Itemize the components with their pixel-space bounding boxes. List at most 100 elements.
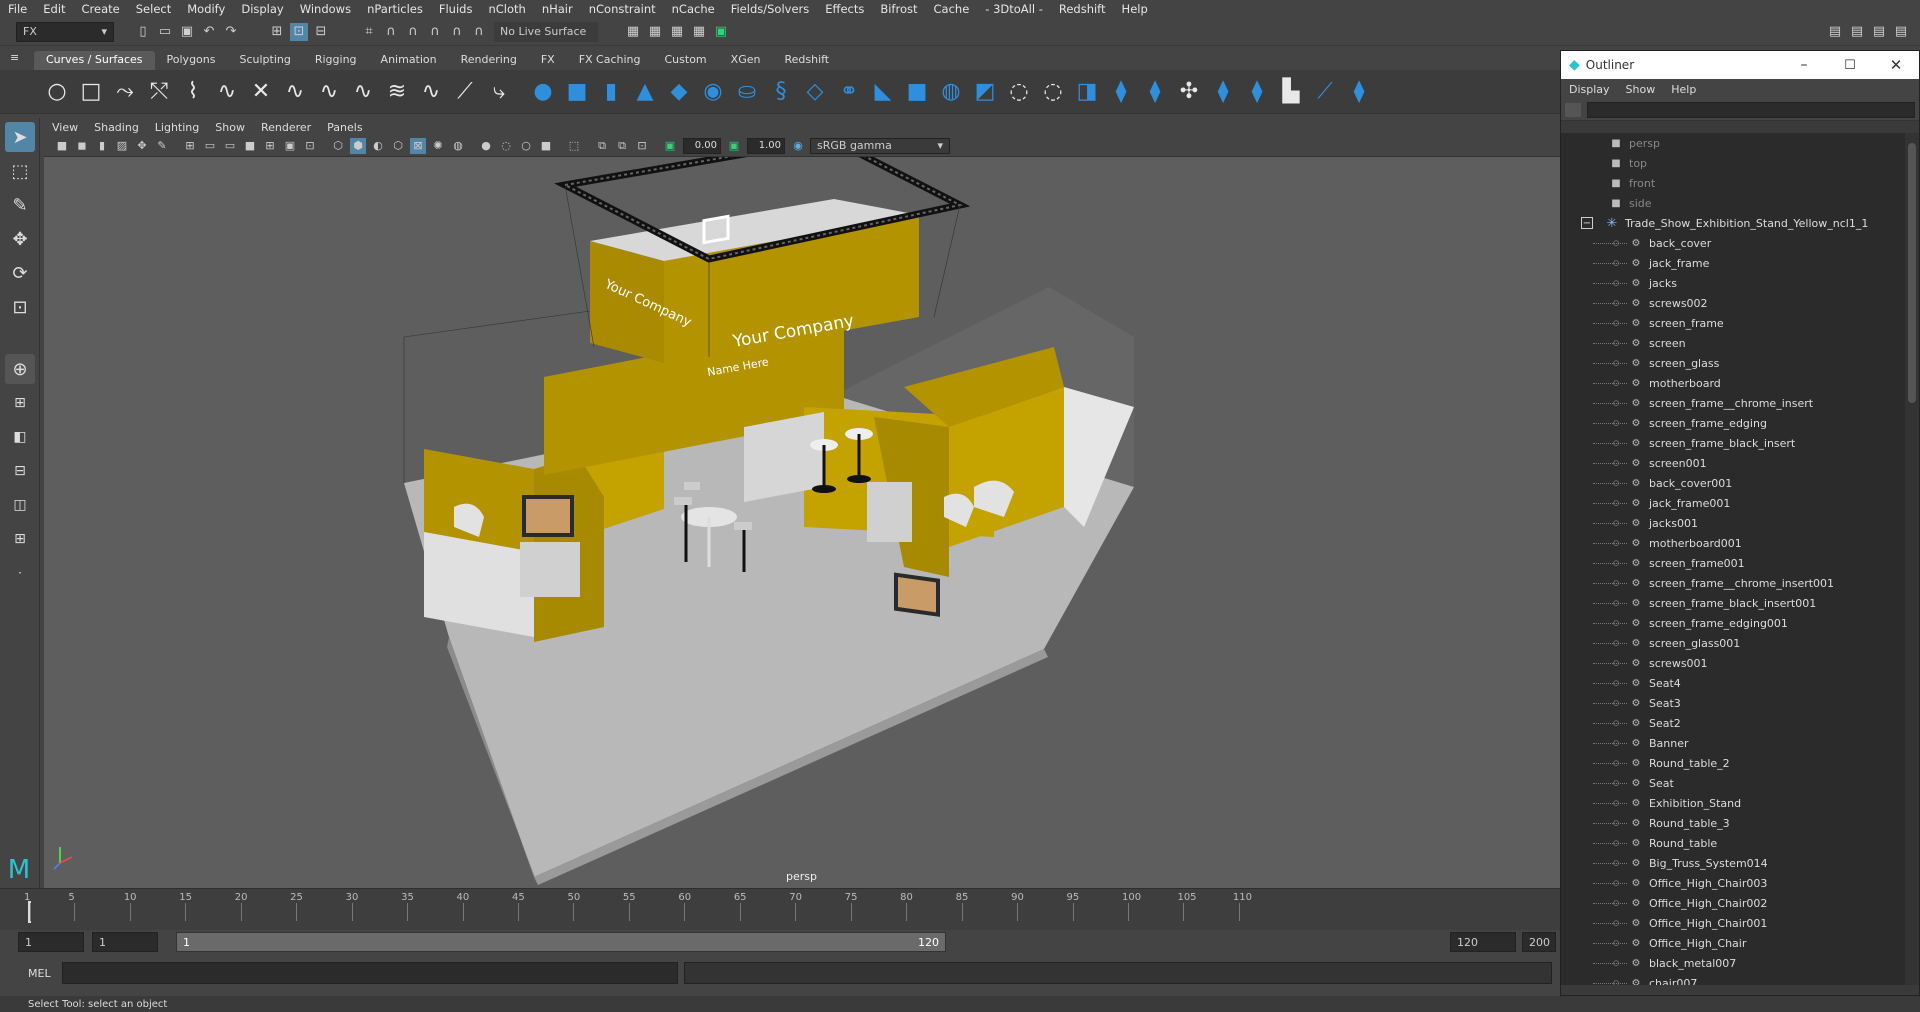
exposure-field[interactable]: 0.00 [683,137,721,154]
menu-windows[interactable]: Windows [292,2,359,16]
scale-tool-icon[interactable]: ⊡ [5,292,35,322]
gamma-field[interactable]: 1.00 [747,137,785,154]
backface-icon[interactable]: ⊡ [634,138,650,154]
menu-modify[interactable]: Modify [179,2,233,16]
visibility-icon[interactable]: ○ [1613,579,1619,587]
color-management-icon[interactable]: ◉ [790,138,806,154]
shelf-tab-redshift[interactable]: Redshift [772,51,841,70]
attach-curves-icon[interactable]: ✕ [247,78,275,106]
outliner-item-mesh[interactable]: ○ ⚙ Seat3 [1561,693,1906,713]
outliner-item-mesh[interactable]: ○ ⚙ screen001 [1561,453,1906,473]
modeling-toolkit-icon[interactable]: ▤ [1826,23,1844,41]
shelf-tab-rendering[interactable]: Rendering [449,51,529,70]
command-input[interactable] [62,962,678,984]
exposure-icon[interactable]: ▣ [662,138,678,154]
menu-nhair[interactable]: nHair [534,2,581,16]
menu-nparticles[interactable]: nParticles [359,2,431,16]
time-slider[interactable]: 1 5 10 15 20 25 30 35 40 45 50 55 60 65 70 75 80 85 90 95 10… [0,888,1560,930]
visibility-icon[interactable]: ○ [1613,799,1619,807]
offset-curve-icon[interactable]: ≋ [383,78,411,106]
project-curve-icon[interactable]: ◌ [1039,78,1067,106]
menu-bifrost[interactable]: Bifrost [872,2,925,16]
visibility-icon[interactable]: ○ [1613,739,1619,747]
outliner-menu-show[interactable]: Show [1618,83,1664,96]
gate-mask-icon[interactable]: ■ [242,138,258,154]
minimize-icon[interactable]: – [1781,57,1827,73]
loft-icon[interactable]: § [767,78,795,106]
outliner-item-mesh[interactable]: ○ ⚙ jacks [1561,273,1906,293]
visibility-icon[interactable]: ○ [1613,239,1619,247]
visibility-icon[interactable]: ○ [1613,459,1619,467]
outliner-item-mesh[interactable]: ○ ⚙ screen_frame001 [1561,553,1906,573]
menu-create[interactable]: Create [74,2,128,16]
ipr-render-icon[interactable]: ▦ [646,23,664,41]
visibility-icon[interactable]: ○ [1613,519,1619,527]
viewport-persp[interactable]: Your Company Name Here Your Company [44,157,1560,888]
visibility-icon[interactable]: ○ [1613,259,1619,267]
outliner-item-mesh[interactable]: ○ ⚙ motherboard [1561,373,1906,393]
bevel-plus-icon[interactable]: ■ [903,78,931,106]
menu-3dtoall[interactable]: - 3DtoAll - [977,2,1051,16]
gamma-icon[interactable]: ▣ [726,138,742,154]
outliner-item-mesh[interactable]: ○ ⚙ screws001 [1561,653,1906,673]
visibility-icon[interactable]: ○ [1613,759,1619,767]
outliner-item-mesh[interactable]: ○ ⚙ back_cover [1561,233,1906,253]
select-object-icon[interactable]: ⊡ [290,22,308,41]
visibility-icon[interactable]: ○ [1613,919,1619,927]
snap-point-icon[interactable]: ∩ [404,23,422,41]
end-time-field[interactable]: 200 [1522,932,1556,952]
extrude-icon[interactable]: ⚭ [835,78,863,106]
visibility-icon[interactable]: ○ [1613,439,1619,447]
planar-icon[interactable]: ◇ [801,78,829,106]
intersect-icon[interactable]: ◌ [1005,78,1033,106]
undo-icon[interactable]: ↶ [200,23,218,41]
outliner-item-mesh[interactable]: ○ ⚙ Big_Truss_System014 [1561,853,1906,873]
nurbs-cube-icon[interactable]: ■ [563,78,591,106]
revolve-icon[interactable]: ⛀ [733,78,761,106]
viewport-menu-renderer[interactable]: Renderer [253,121,319,134]
viewport-menu-view[interactable]: View [44,121,86,134]
select-camera-icon[interactable]: ■ [54,138,70,154]
trim-tool-icon[interactable]: ◨ [1073,78,1101,106]
cv-curve-icon[interactable]: ⤳ [111,78,139,106]
outliner-item-mesh[interactable]: ○ ⚙ screen_frame_edging [1561,413,1906,433]
ambient-occlusion-icon[interactable]: ● [478,138,494,154]
render-settings-icon[interactable]: ▦ [668,23,686,41]
outliner-item-mesh[interactable]: ○ ⚙ motherboard001 [1561,533,1906,553]
visibility-icon[interactable]: ○ [1613,979,1619,985]
menuset-dropdown[interactable]: FX ▾ [16,21,114,42]
outliner-item-mesh[interactable]: ○ ⚙ Seat [1561,773,1906,793]
open-close-icon[interactable]: ⧫ [1243,78,1271,106]
shelf-tab-animation[interactable]: Animation [369,51,449,70]
anti-aliasing-icon[interactable]: ○ [518,138,534,154]
outliner-item-mesh[interactable]: ○ ⚙ screen_frame_black_insert001 [1561,593,1906,613]
snap-live-icon[interactable]: ∩ [470,23,488,41]
render-view-icon[interactable]: ▣ [712,23,730,41]
visibility-icon[interactable]: ○ [1613,879,1619,887]
layout-four-icon[interactable]: ⊞ [5,388,35,418]
smooth-shade-icon[interactable]: ⬢ [350,137,366,154]
outliner-item-mesh[interactable]: ○ ⚙ Round_table_2 [1561,753,1906,773]
cmd-language-label[interactable]: MEL [28,967,62,980]
shadows-icon[interactable]: ◍ [450,138,466,154]
menu-redshift[interactable]: Redshift [1051,2,1114,16]
move-tool-icon[interactable]: ✥ [5,224,35,254]
menu-display[interactable]: Display [233,2,291,16]
visibility-icon[interactable]: ○ [1613,819,1619,827]
safe-action-icon[interactable]: ▣ [282,138,298,154]
isolate-select-icon[interactable]: ⬚ [566,138,582,154]
nurbs-torus-icon[interactable]: ◉ [699,78,727,106]
select-hierarchy-icon[interactable]: ⊞ [268,23,286,41]
viewport-menu-show[interactable]: Show [207,121,253,134]
field-chart-icon[interactable]: ⊞ [262,138,278,154]
visibility-icon[interactable]: ○ [1613,679,1619,687]
xray-active-icon[interactable]: ⧉ [614,138,630,154]
align-surfaces-icon[interactable]: ⧫ [1209,78,1237,106]
range-slider[interactable]: 1 120 [176,932,946,952]
outliner-item-mesh[interactable]: ○ ⚙ Round_table_3 [1561,813,1906,833]
layout-two-icon[interactable]: ◧ [5,422,35,452]
viewport-menu-panels[interactable]: Panels [319,121,370,134]
redo-icon[interactable]: ↷ [222,23,240,41]
new-scene-icon[interactable]: ▯ [134,23,152,41]
detach-surfaces-icon[interactable]: ✣ [1175,78,1203,106]
